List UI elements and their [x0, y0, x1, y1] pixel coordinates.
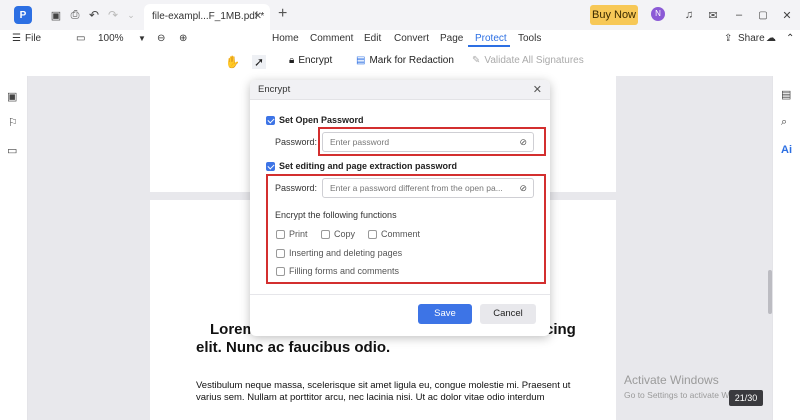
dialog-title: Encrypt: [258, 84, 291, 95]
dialog-header: Encrypt ✕: [250, 80, 550, 100]
save-button[interactable]: Save: [418, 304, 472, 324]
open-password-label: Set Open Password: [279, 115, 364, 125]
open-password-checkbox[interactable]: [266, 116, 275, 125]
highlight-box: [266, 174, 546, 284]
edit-password-checkbox[interactable]: [266, 162, 275, 171]
highlight-box: [318, 127, 546, 156]
dialog-footer-divider: [250, 294, 550, 295]
password-label: Password:: [275, 137, 318, 147]
cancel-button[interactable]: Cancel: [480, 304, 536, 324]
close-dialog-icon[interactable]: ✕: [533, 80, 542, 100]
edit-password-label: Set editing and page extraction password: [279, 161, 458, 171]
encrypt-dialog: Encrypt ✕ Set Open Password Password: En…: [250, 80, 550, 336]
